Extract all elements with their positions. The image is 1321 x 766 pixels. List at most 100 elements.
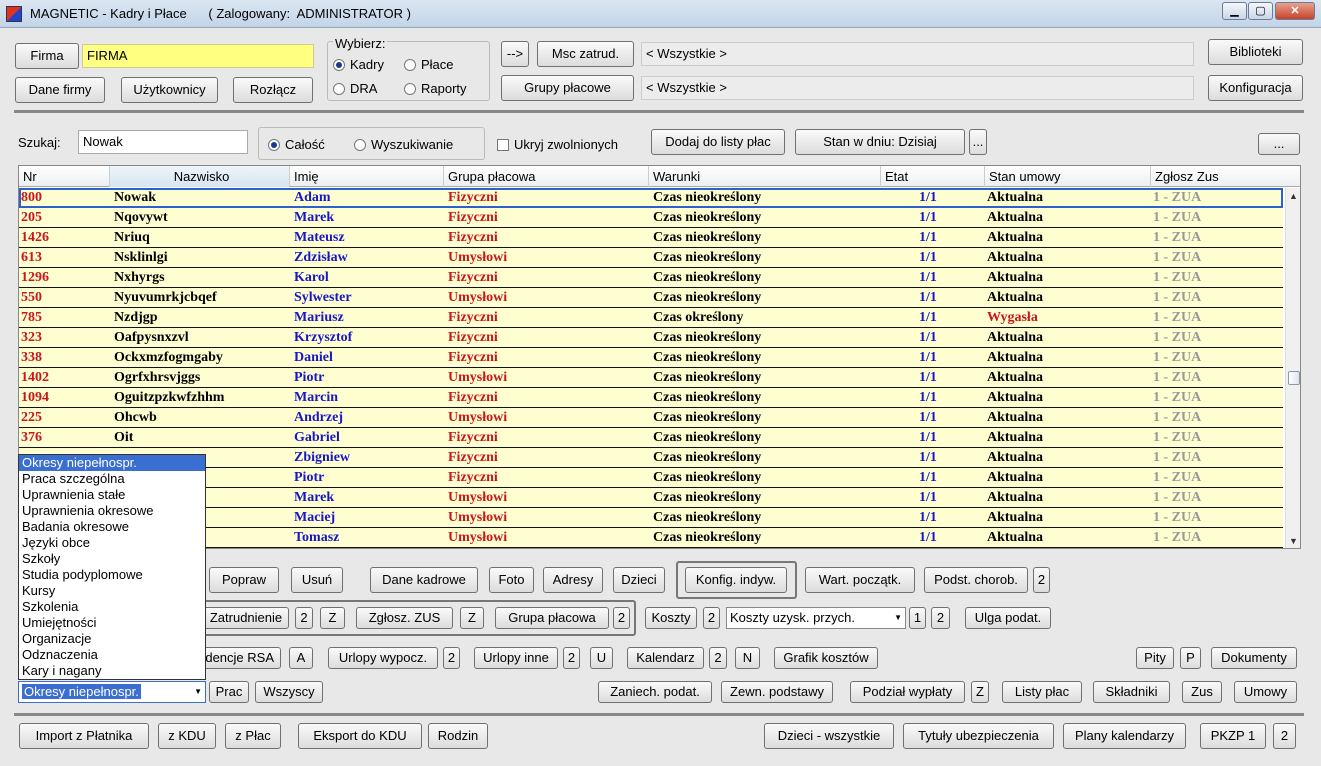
adresy-button[interactable]: Adresy bbox=[543, 567, 603, 593]
more-button[interactable]: ... bbox=[1258, 133, 1300, 155]
pkzp-button[interactable]: PKZP 1 bbox=[1200, 723, 1266, 749]
close-button[interactable]: ✕ bbox=[1275, 2, 1315, 20]
ewidencje-a-button[interactable]: A bbox=[289, 647, 313, 669]
z-kdu-button[interactable]: z KDU bbox=[158, 723, 216, 749]
dropdown-option[interactable]: Odznaczenia bbox=[19, 647, 205, 663]
ulga-podat-button[interactable]: Ulga podat. bbox=[965, 607, 1051, 629]
stan-dots-button[interactable]: ... bbox=[969, 129, 987, 155]
firma-button[interactable]: Firma bbox=[15, 43, 79, 69]
rozlacz-button[interactable]: Rozłącz bbox=[233, 77, 313, 103]
msc-zatrud-button[interactable]: Msc zatrud. bbox=[537, 41, 634, 67]
radio-calosc[interactable]: Całość bbox=[268, 137, 325, 152]
urlopy-inne-2-button[interactable]: 2 bbox=[563, 647, 580, 669]
grafik-kosztow-button[interactable]: Grafik kosztów bbox=[774, 647, 878, 669]
dropdown-option[interactable]: Praca szczególna bbox=[19, 471, 205, 487]
dropdown-option[interactable]: Umiejętności bbox=[19, 615, 205, 631]
zatrudnienie-z-button[interactable]: Z bbox=[320, 607, 345, 629]
column-header[interactable]: Nr bbox=[19, 166, 110, 187]
dane-dodatkowe-list[interactable]: Okresy niepełnospr. Praca szczególna Upraw… bbox=[18, 454, 206, 680]
wart-poczatk-button[interactable]: Wart. początk. bbox=[805, 567, 915, 593]
uzytkownicy-button[interactable]: Użytkownicy bbox=[121, 77, 218, 103]
z-plac-button[interactable]: z Płac bbox=[225, 723, 281, 749]
koszty-2-button[interactable]: 2 bbox=[703, 607, 720, 629]
eksport-do-kdu-button[interactable]: Eksport do KDU bbox=[298, 723, 422, 749]
table-row[interactable]: 205 Nqovywt Marek Fizyczni Czas nieokreślony… bbox=[19, 208, 1283, 228]
dropdown-option[interactable]: Badania okresowe bbox=[19, 519, 205, 535]
pity-p-button[interactable]: P bbox=[1180, 647, 1201, 669]
dane-kadrowe-button[interactable]: Dane kadrowe bbox=[370, 567, 478, 593]
maximize-button[interactable]: ▢ bbox=[1248, 2, 1273, 20]
dropdown-option[interactable]: Studia podyplomowe bbox=[19, 567, 205, 583]
urlopy-wypocz-2-button[interactable]: 2 bbox=[443, 647, 460, 669]
kalendarz-n-button[interactable]: N bbox=[735, 647, 760, 669]
column-header[interactable]: Grupa płacowa bbox=[444, 166, 649, 187]
konfiguracja-button[interactable]: Konfiguracja bbox=[1208, 75, 1303, 101]
zatrudnienie-2-button[interactable]: 2 bbox=[295, 607, 313, 629]
scroll-down-icon[interactable]: ▼ bbox=[1286, 533, 1300, 548]
dropdown-option[interactable]: Uprawnienia okresowe bbox=[19, 503, 205, 519]
column-header[interactable]: Zgłosz Zus bbox=[1151, 166, 1300, 187]
urlopy-u-button[interactable]: U bbox=[590, 647, 613, 669]
prac-button[interactable]: Prac bbox=[209, 681, 249, 703]
table-row[interactable]: 800 Nowak Adam Fizyczni Czas nieokreślony 1/1… bbox=[19, 188, 1283, 208]
pkzp-2-button[interactable]: 2 bbox=[1273, 723, 1296, 749]
dodaj-do-listy-plac-button[interactable]: Dodaj do listy płac bbox=[651, 129, 785, 155]
koszty-1-button[interactable]: 1 bbox=[909, 607, 926, 629]
zglosz-zus-z-button[interactable]: Z bbox=[460, 607, 484, 629]
plany-kalendarzy-button[interactable]: Plany kalendarzy bbox=[1063, 723, 1186, 749]
dropdown-option[interactable]: Szkolenia bbox=[19, 599, 205, 615]
scroll-thumb[interactable] bbox=[1288, 371, 1300, 385]
table-row[interactable]: 1296 Nxhyrgs Karol Fizyczni Czas nieokreślon… bbox=[19, 268, 1283, 288]
column-header[interactable]: Imię bbox=[290, 166, 444, 187]
grupy-placowe-button[interactable]: Grupy płacowe bbox=[501, 75, 634, 101]
table-row[interactable]: Zbigniew Fizyczni Czas nieokreślony 1/1 Aktu… bbox=[19, 448, 1283, 468]
zatrudnienie-button[interactable]: Zatrudnienie bbox=[203, 607, 289, 629]
konfig-indyw-button[interactable]: Konfig. indyw. bbox=[685, 567, 787, 593]
kalendarz-button[interactable]: Kalendarz bbox=[627, 647, 704, 669]
koszty-button[interactable]: Koszty bbox=[645, 607, 697, 629]
employee-table[interactable]: Nr Nazwisko Imię Grupa płacowa Warunki E… bbox=[18, 165, 1301, 549]
usun-button[interactable]: Usuń bbox=[291, 567, 343, 593]
arrow-button[interactable]: --> bbox=[501, 41, 529, 67]
podzial-wyplaty-button[interactable]: Podział wypłaty bbox=[850, 681, 965, 703]
table-row[interactable]: 1402 Ogrfxhrsvjggs Piotr Umysłowi Czas nieok… bbox=[19, 368, 1283, 388]
dzieci-wszystkie-button[interactable]: Dzieci - wszystkie bbox=[764, 723, 894, 749]
pity-button[interactable]: Pity bbox=[1136, 647, 1174, 669]
table-row[interactable]: 1426 Nriuq Mateusz Fizyczni Czas nieokreślon… bbox=[19, 228, 1283, 248]
column-header[interactable]: Etat bbox=[881, 166, 985, 187]
dropdown-option[interactable]: Okresy niepełnospr. bbox=[19, 455, 205, 471]
dane-firmy-button[interactable]: Dane firmy bbox=[15, 77, 105, 103]
table-row[interactable]: 376 Oit Gabriel Fizyczni Czas nieokreślony 1/… bbox=[19, 428, 1283, 448]
column-header[interactable]: Stan umowy bbox=[985, 166, 1151, 187]
radio-kadry[interactable]: Kadry bbox=[333, 57, 384, 72]
popraw-button[interactable]: Popraw bbox=[209, 567, 279, 593]
dokumenty-button[interactable]: Dokumenty bbox=[1211, 647, 1297, 669]
umowy-button[interactable]: Umowy bbox=[1234, 681, 1297, 703]
radio-place[interactable]: Płace bbox=[404, 57, 454, 72]
kalendarz-2-button[interactable]: 2 bbox=[709, 647, 727, 669]
vertical-scrollbar[interactable]: ▲ ▼ bbox=[1285, 188, 1300, 548]
dropdown-option[interactable]: Organizacje bbox=[19, 631, 205, 647]
urlopy-inne-button[interactable]: Urlopy inne bbox=[474, 647, 558, 669]
table-row[interactable]: 323 Oafpysnxzvl Krzysztof Fizyczni Czas nieo… bbox=[19, 328, 1283, 348]
dropdown-option[interactable]: Szkoły bbox=[19, 551, 205, 567]
radio-dra[interactable]: DRA bbox=[333, 81, 377, 96]
table-row[interactable]: 613 Nsklinlgi Zdzisław Umysłowi Czas nieokre… bbox=[19, 248, 1283, 268]
column-header-sorted[interactable]: Nazwisko bbox=[110, 166, 290, 187]
tytuly-ubezpieczenia-button[interactable]: Tytuły ubezpieczenia bbox=[903, 723, 1054, 749]
radio-wyszukiwanie[interactable]: Wyszukiwanie bbox=[354, 137, 453, 152]
podst-chorob-button[interactable]: Podst. chorob. bbox=[924, 567, 1028, 593]
zglosz-zus-button[interactable]: Zgłosz. ZUS bbox=[356, 607, 453, 629]
biblioteki-button[interactable]: Biblioteki bbox=[1208, 39, 1303, 65]
table-row[interactable]: 785 Nzdjgp Mariusz Fizyczni Czas określony 1/… bbox=[19, 308, 1283, 328]
rodzin-button[interactable]: Rodzin bbox=[428, 723, 488, 749]
listy-plac-button[interactable]: Listy płac bbox=[1002, 681, 1082, 703]
ukryj-zwolnionych-checkbox[interactable]: Ukryj zwolnionych bbox=[497, 137, 618, 152]
zus-button[interactable]: Zus bbox=[1182, 681, 1222, 703]
podzial-z-button[interactable]: Z bbox=[971, 681, 989, 703]
dropdown-option[interactable]: Kursy bbox=[19, 583, 205, 599]
table-row[interactable]: 1094 Oguitzpzkwfzhhm Marcin Fizyczni Czas ni… bbox=[19, 388, 1283, 408]
grupa-placowa-button[interactable]: Grupa płacowa bbox=[495, 607, 609, 629]
dzieci-button[interactable]: Dzieci bbox=[613, 567, 665, 593]
stan-w-dniu-button[interactable]: Stan w dniu: Dzisiaj bbox=[795, 129, 965, 155]
